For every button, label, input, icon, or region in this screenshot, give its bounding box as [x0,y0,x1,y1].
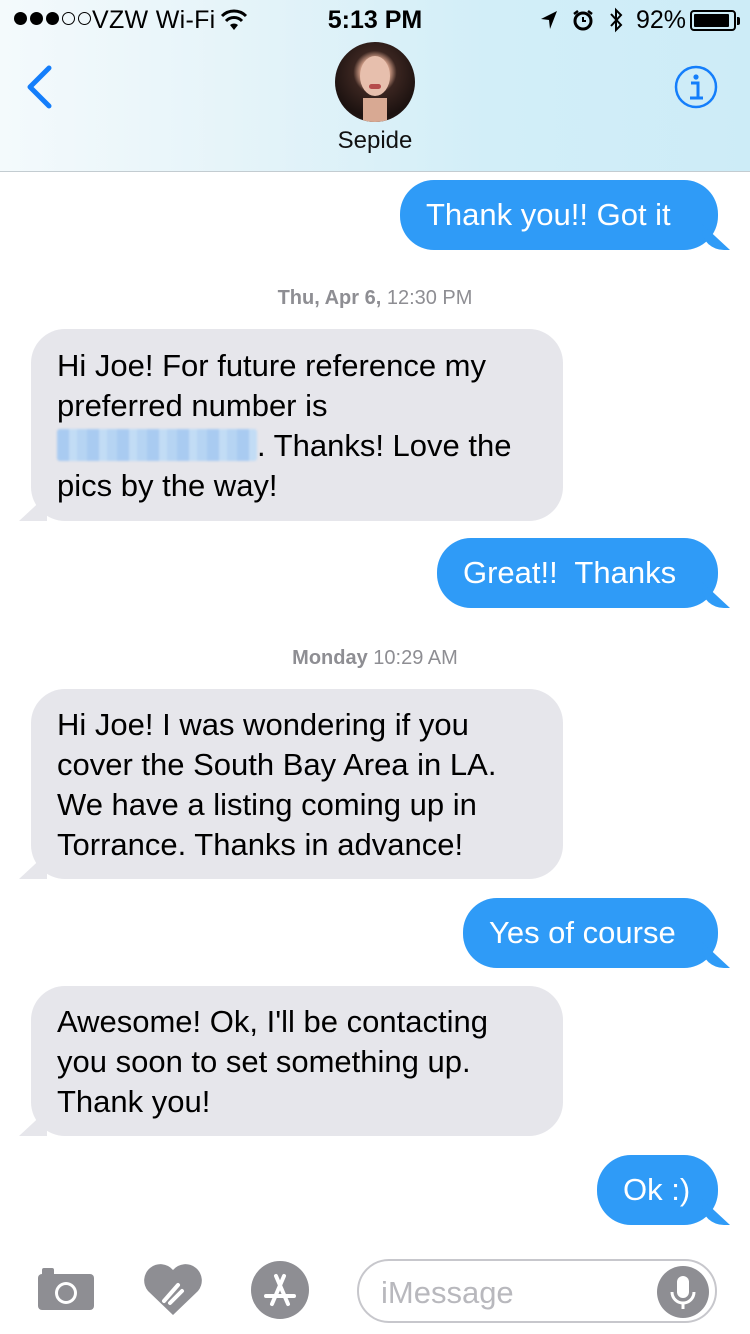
message-input-bar [0,1244,750,1334]
imessage-input[interactable] [381,1271,651,1315]
battery-icon [690,10,740,31]
message-line: We have a listing coming up in [57,787,477,822]
navigation-header: VZW Wi-Fi 5:13 PM 92% Sepide [0,0,750,172]
redacted-phone-number [57,429,257,461]
message-bubble-received[interactable]: Hi Joe! I was wondering if you cover the… [31,689,563,879]
timestamp-time: 12:30 PM [386,287,473,309]
battery-percent: 92% [636,6,687,34]
microphone-button[interactable] [657,1266,709,1318]
digital-touch-icon[interactable] [142,1261,204,1317]
message-line: . Thanks! Love the [57,426,537,466]
timestamp-day: Monday [292,647,368,669]
alarm-icon [573,10,593,31]
message-timestamp: Monday 10:29 AM [0,647,750,670]
message-line: Torrance. Thanks in advance! [57,827,464,862]
message-line-text: . Thanks! Love the [257,428,512,463]
contact-avatar[interactable] [335,42,415,122]
message-text: Great!! Thanks [463,555,677,590]
message-bubble-sent[interactable]: Great!! Thanks [437,538,718,608]
bluetooth-icon [610,7,623,33]
message-line: you soon to set something up. [57,1044,471,1079]
message-line: Thank you! [57,1084,211,1119]
location-arrow-icon [541,11,557,29]
message-bubble-sent[interactable]: Thank you!! Got it [400,180,718,250]
message-bubble-received[interactable]: Awesome! Ok, I'll be contacting you soon… [31,986,563,1136]
app-store-icon[interactable] [250,1260,310,1320]
back-chevron-icon[interactable] [22,64,56,110]
message-text: Thank you!! Got it [426,197,671,232]
timestamp-day: Thu, Apr 6, [277,287,382,309]
message-line: cover the South Bay Area in LA. [57,747,497,782]
message-bubble-sent[interactable]: Yes of course [463,898,718,968]
imessage-field[interactable] [357,1259,717,1323]
status-bar: VZW Wi-Fi 5:13 PM 92% [0,0,750,40]
camera-icon[interactable] [36,1264,96,1312]
info-icon[interactable] [673,64,719,110]
message-timestamp: Thu, Apr 6, 12:30 PM [0,287,750,310]
message-bubble-sent[interactable]: Ok :) [597,1155,718,1225]
message-bubble-received[interactable]: Hi Joe! For future reference my preferre… [31,329,563,521]
message-line: Hi Joe! For future reference my [57,348,486,383]
contact-name[interactable]: Sepide [0,127,750,155]
message-line: Hi Joe! I was wondering if you [57,707,469,742]
message-text: Ok :) [623,1172,691,1207]
message-line: pics by the way! [57,468,278,503]
microphone-icon [670,1276,696,1309]
message-line: Awesome! Ok, I'll be contacting [57,1004,488,1039]
message-text: Yes of course [489,915,676,950]
timestamp-time: 10:29 AM [373,647,458,669]
message-line: preferred number is [57,388,328,423]
